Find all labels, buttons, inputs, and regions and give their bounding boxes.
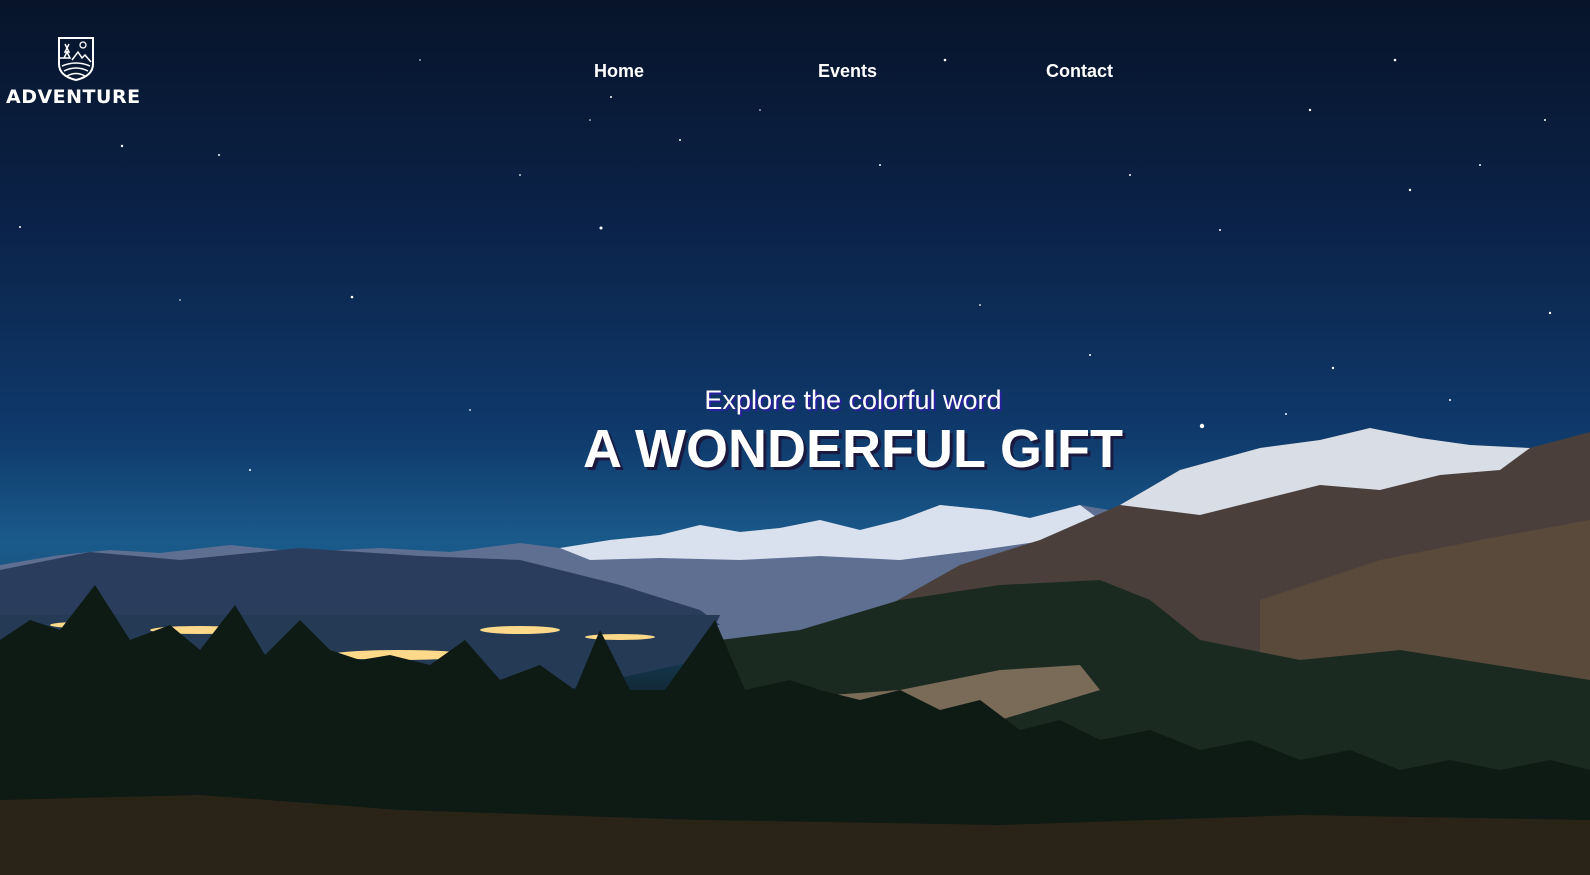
hero-tagline: Explore the colorful word xyxy=(704,385,1002,415)
hero-headline: A WONDERFUL GIFT xyxy=(583,419,1123,479)
mountain-crest-icon xyxy=(58,37,94,82)
brand-name: ADVENTURE xyxy=(6,86,141,108)
nav-item-events[interactable]: Events xyxy=(818,61,877,82)
brand-logo[interactable]: ADVENTURE xyxy=(6,36,142,110)
site-header: ADVENTURE Home Events Contact xyxy=(0,0,1590,120)
nav-item-home[interactable]: Home xyxy=(594,61,644,82)
nav-item-contact[interactable]: Contact xyxy=(1046,61,1113,82)
hero-text-block: Explore the colorful word A WONDERFUL GI… xyxy=(0,385,1590,480)
